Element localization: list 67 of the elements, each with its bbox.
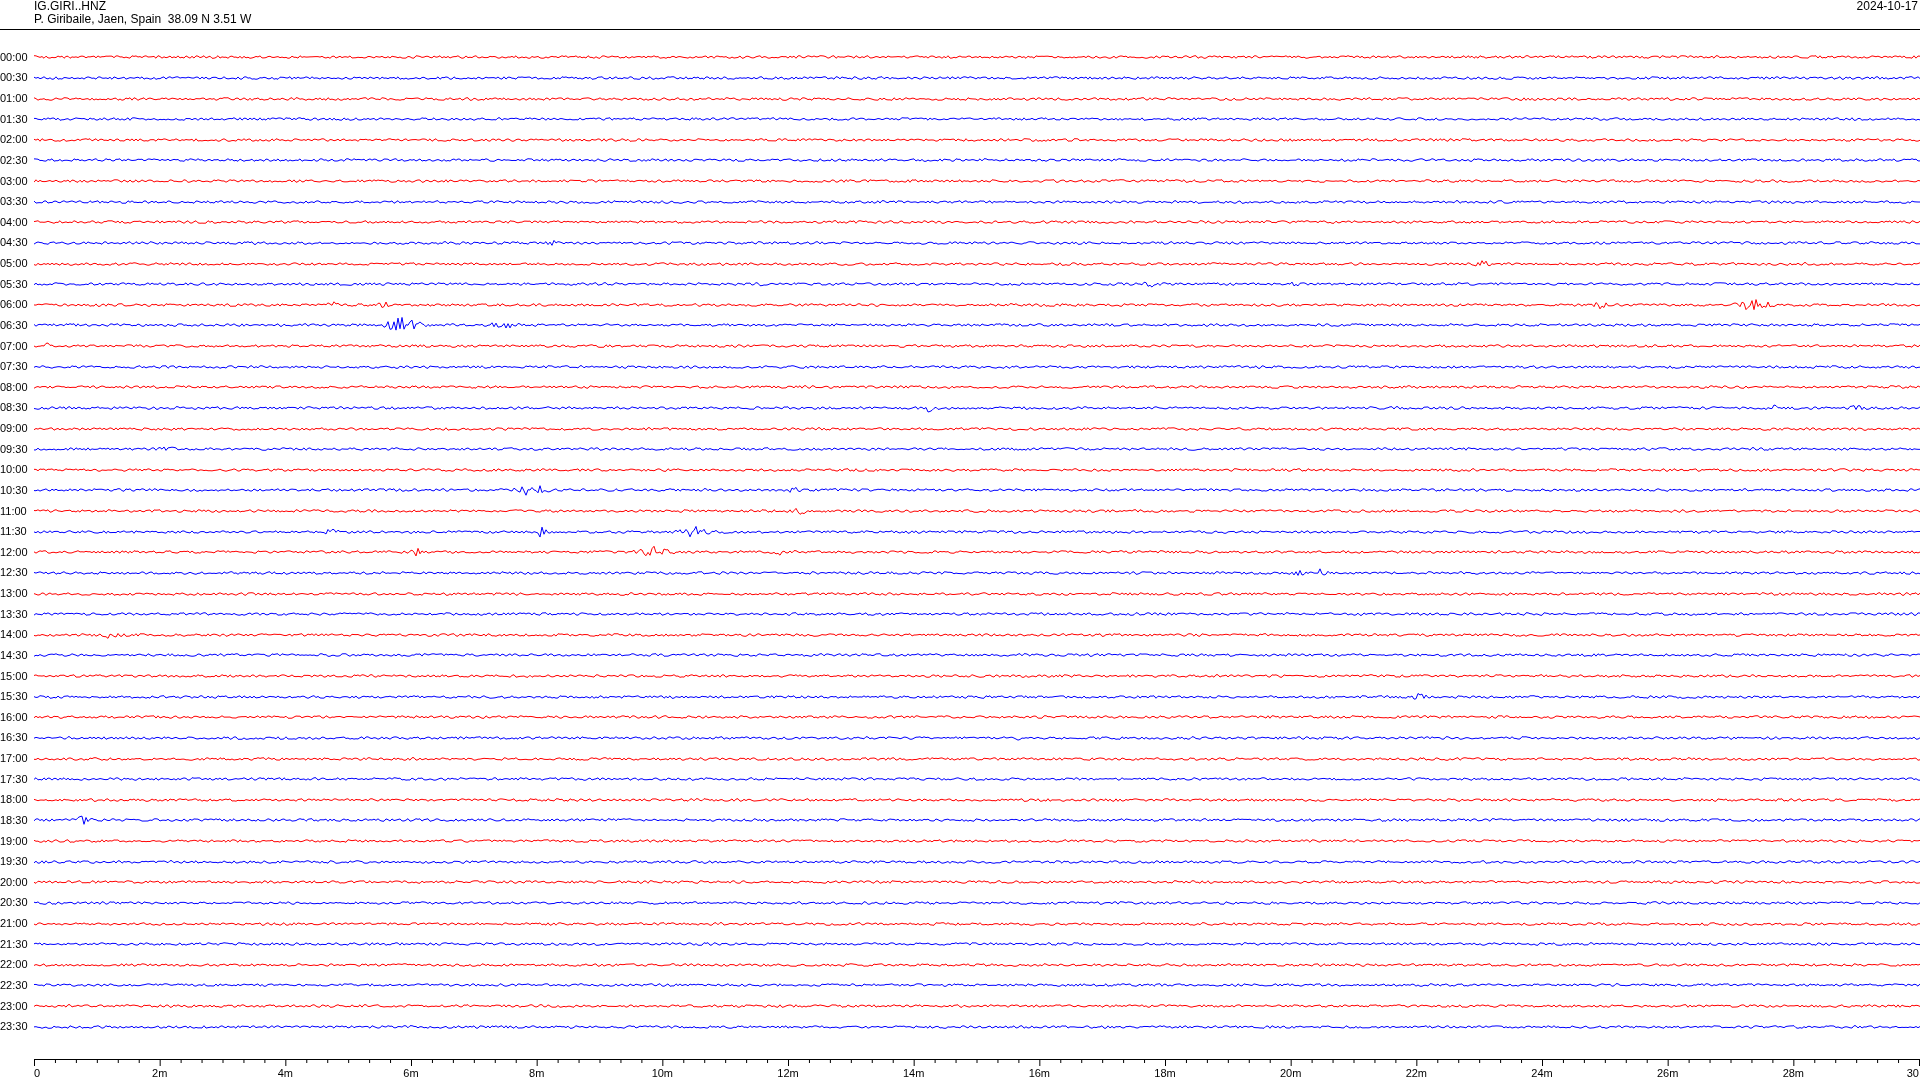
time-label: 09:30: [0, 443, 29, 455]
time-label: 03:00: [0, 175, 29, 187]
axis-label: 8m: [529, 1067, 545, 1080]
time-label: 18:30: [0, 814, 29, 826]
time-label: 14:00: [0, 629, 29, 641]
axis-label: 2m: [152, 1067, 168, 1080]
axis-label: 0: [34, 1067, 41, 1080]
axis-label: 22m: [1405, 1067, 1428, 1080]
time-label: 22:30: [0, 979, 29, 991]
axis-label: 20m: [1279, 1067, 1302, 1080]
axis-label: 30: [1906, 1067, 1919, 1080]
axis-label: 18m: [1154, 1067, 1176, 1080]
time-label: 01:30: [0, 113, 29, 125]
axis-label: 28m: [1782, 1067, 1805, 1080]
date-label: 2024-10-17: [1856, 0, 1918, 15]
time-label: 05:30: [0, 278, 29, 290]
time-label: 05:00: [0, 258, 29, 270]
time-label: 04:30: [0, 237, 29, 249]
station-code: IG.GIRI..HNZ: [34, 0, 107, 13]
time-label: 22:00: [0, 959, 29, 971]
axis-label: 16m: [1028, 1067, 1051, 1080]
time-label: 08:30: [0, 402, 29, 414]
time-label: 07:30: [0, 361, 29, 373]
axis-label: 4m: [277, 1067, 293, 1080]
time-label: 07:00: [0, 340, 29, 352]
time-label: 01:00: [0, 93, 29, 105]
time-label: 10:30: [0, 484, 29, 496]
axis-label: 24m: [1531, 1067, 1553, 1080]
time-label: 03:30: [0, 196, 29, 208]
time-label: 11:30: [0, 526, 28, 538]
time-label: 11:00: [0, 505, 28, 517]
time-label: 06:00: [0, 299, 29, 311]
axis-label: 12m: [777, 1067, 799, 1080]
time-label: 16:30: [0, 732, 29, 744]
axis-label: 26m: [1656, 1067, 1679, 1080]
time-label: 12:00: [0, 546, 29, 558]
axis-label: 10m: [651, 1067, 674, 1080]
time-label: 00:00: [0, 51, 29, 63]
time-label: 13:00: [0, 588, 29, 600]
time-label: 12:30: [0, 567, 29, 579]
time-label: 20:30: [0, 897, 29, 909]
time-label: 20:00: [0, 876, 29, 888]
axis-label: 14m: [902, 1067, 925, 1080]
station-location: P. Giribaile, Jaen, Spain 38.09 N 3.51 W: [34, 13, 252, 26]
time-label: 19:30: [0, 856, 29, 868]
time-label: 18:00: [0, 794, 29, 806]
time-label: 04:00: [0, 216, 29, 228]
time-label: 02:30: [0, 154, 29, 166]
time-label: 02:00: [0, 134, 29, 146]
time-label: 00:30: [0, 72, 29, 84]
time-label: 15:00: [0, 670, 29, 682]
time-label: 09:00: [0, 423, 29, 435]
time-label: 17:30: [0, 773, 29, 785]
time-label: 17:00: [0, 753, 29, 765]
time-label: 15:30: [0, 691, 29, 703]
time-label: 06:30: [0, 319, 29, 331]
time-label: 21:30: [0, 938, 29, 950]
time-label: 13:30: [0, 608, 29, 620]
time-label: 10:00: [0, 464, 29, 476]
axis-label: 6m: [403, 1067, 419, 1080]
time-label: 21:00: [0, 918, 29, 930]
time-label: 14:30: [0, 649, 29, 661]
time-label: 19:00: [0, 835, 29, 847]
time-label: 16:00: [0, 711, 29, 723]
time-label: 23:00: [0, 1000, 29, 1012]
time-label: 23:30: [0, 1021, 29, 1033]
time-label: 08:00: [0, 381, 29, 393]
